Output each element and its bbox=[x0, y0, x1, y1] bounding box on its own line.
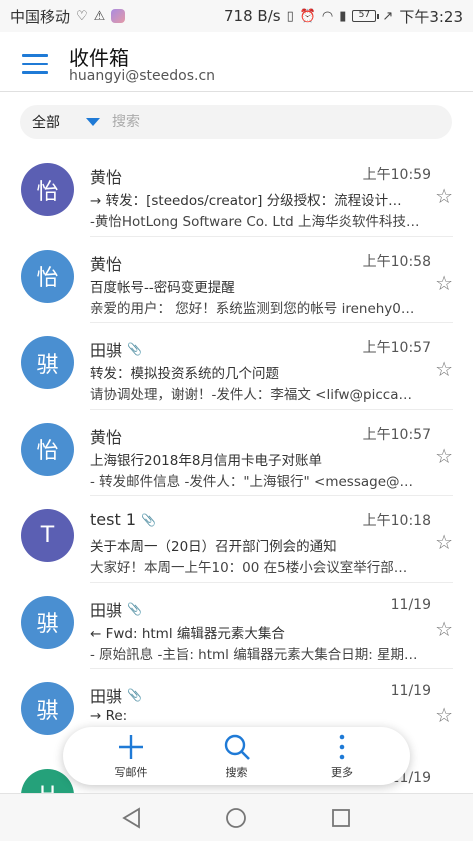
sender-name: 黄怡 bbox=[90, 254, 123, 274]
mail-time: 上午10:57 bbox=[362, 340, 431, 356]
star-icon[interactable]: ☆ bbox=[435, 444, 453, 468]
attachment-icon: 📎 bbox=[127, 342, 142, 356]
status-bar: 中国移动 ♡ ⚠ 718 B/s ▯ ⏰ ◠ ▮ 57 ↗ 下午3:23 bbox=[0, 0, 473, 32]
mail-time: 上午10:57 bbox=[362, 426, 431, 443]
attachment-icon: 📎 bbox=[127, 688, 142, 702]
plus-icon bbox=[119, 735, 143, 759]
star-icon[interactable]: ☆ bbox=[435, 530, 453, 554]
recents-button[interactable] bbox=[321, 798, 361, 838]
mail-item[interactable]: 怡 黄怡 上午10:59 → 转发：[steedos/creator] 分级授权… bbox=[0, 150, 473, 237]
back-triangle-icon bbox=[122, 806, 141, 829]
sender-name: 田骐 📎 bbox=[90, 687, 142, 706]
mail-item[interactable]: 怡 黄怡 上午10:58 百度帐号--密码变更提醒 亲爱的用户： 您好！系统监测… bbox=[0, 237, 473, 323]
signal-icon: ▮ bbox=[339, 8, 347, 24]
more-button[interactable]: 更多 bbox=[310, 727, 374, 785]
mail-preview: - 原始訊息 -主旨: html 编辑器元素大集合日期: 星期… bbox=[90, 646, 418, 663]
alarm-icon: ⏰ bbox=[299, 8, 316, 24]
mail-time: 上午10:58 bbox=[362, 253, 431, 270]
mail-subject: 上海银行2018年8月信用卡电子对账单 bbox=[90, 452, 322, 469]
avatar: 骐 bbox=[21, 682, 74, 735]
sender-name: 黄怡 bbox=[90, 168, 123, 187]
mail-subject: → Re: bbox=[90, 708, 128, 724]
mail-item[interactable]: 骐 田骐 📎 上午10:57 转发：模拟投资系统的几个问题 请协调处理，谢谢！-发… bbox=[0, 323, 473, 410]
mail-subject: → 转发：[steedos/creator] 分级授权：流程设计… bbox=[90, 193, 402, 209]
avatar: 怡 bbox=[21, 249, 74, 303]
mail-preview: 请协调处理，谢谢！-发件人：李福文 <lifw@picca… bbox=[90, 387, 412, 403]
sender-name: 田骐 📎 bbox=[90, 600, 142, 620]
system-nav-bar bbox=[0, 793, 473, 841]
mail-item[interactable]: T test 1 📎 上午10:18 关于本周一（20日）召开部门例会的通知 大家… bbox=[0, 496, 473, 583]
star-icon[interactable]: ☆ bbox=[435, 703, 453, 727]
folder-filter-dropdown[interactable]: 全部 bbox=[20, 112, 112, 132]
star-icon[interactable]: ☆ bbox=[435, 617, 453, 641]
mail-subject: ← Fwd: html 编辑器元素大集合 bbox=[90, 625, 285, 642]
clock: 下午3:23 bbox=[399, 7, 463, 26]
star-icon[interactable]: ☆ bbox=[435, 271, 453, 295]
mail-preview: -黄怡HotLong Software Co. Ltd 上海华炎软件科技… bbox=[90, 214, 420, 230]
network-speed: 718 B/s bbox=[224, 7, 281, 25]
mail-time: 上午10:59 bbox=[362, 167, 431, 183]
mail-preview: 亲爱的用户： 您好！系统监测到您的帐号 irenehy0… bbox=[90, 300, 415, 317]
app-notification-icon bbox=[111, 9, 126, 23]
warning-icon: ⚠ bbox=[93, 8, 106, 24]
carrier-label: 中国移动 bbox=[10, 7, 71, 26]
avatar: 怡 bbox=[21, 422, 74, 476]
star-icon[interactable]: ☆ bbox=[435, 357, 453, 381]
wifi-icon: ◠ bbox=[321, 8, 334, 24]
action-bar: 写邮件 搜索 更多 bbox=[63, 727, 410, 785]
mail-subject: 百度帐号--密码变更提醒 bbox=[90, 279, 235, 296]
back-button[interactable] bbox=[112, 798, 152, 838]
home-circle-icon bbox=[226, 807, 247, 828]
mail-item[interactable]: 骐 田骐 📎 11/19 ← Fwd: html 编辑器元素大集合 - 原始訊息 … bbox=[0, 583, 473, 669]
home-button[interactable] bbox=[216, 798, 256, 838]
sender-name: 田骐 📎 bbox=[90, 341, 142, 360]
search-label: 搜索 bbox=[225, 766, 248, 779]
filter-label: 全部 bbox=[32, 115, 60, 131]
compose-label: 写邮件 bbox=[114, 766, 148, 779]
star-icon[interactable]: ☆ bbox=[435, 184, 453, 208]
recents-square-icon bbox=[331, 808, 350, 827]
mail-item[interactable]: 怡 黄怡 上午10:57 上海银行2018年8月信用卡电子对账单 - 转发邮件信… bbox=[0, 410, 473, 496]
search-button[interactable]: 搜索 bbox=[205, 727, 269, 785]
more-label: 更多 bbox=[331, 766, 353, 779]
battery-icon: 57 bbox=[352, 10, 380, 22]
health-icon: ♡ bbox=[76, 8, 88, 24]
mail-time: 上午10:18 bbox=[362, 513, 431, 529]
account-email: huangyi@steedos.cn bbox=[69, 68, 216, 84]
vibrate-icon: ▯ bbox=[286, 8, 294, 24]
attachment-icon: 📎 bbox=[127, 601, 142, 616]
search-bar: 全部 bbox=[20, 105, 452, 139]
mail-preview: - 转发邮件信息 -发件人："上海银行" <message@s… bbox=[90, 473, 420, 490]
avatar: 怡 bbox=[21, 163, 74, 216]
avatar: 骐 bbox=[21, 595, 74, 649]
menu-button[interactable] bbox=[22, 54, 48, 76]
mail-time: 11/19 bbox=[390, 596, 431, 613]
sender-name: 黄怡 bbox=[90, 427, 123, 447]
mail-subject: 关于本周一（20日）召开部门例会的通知 bbox=[90, 539, 337, 555]
caret-down-icon bbox=[86, 118, 100, 126]
mail-subject: 转发：模拟投资系统的几个问题 bbox=[90, 366, 279, 382]
search-icon bbox=[224, 734, 250, 760]
app-header: 收件箱 huangyi@steedos.cn bbox=[0, 32, 473, 92]
compose-button[interactable]: 写邮件 bbox=[99, 727, 163, 785]
page-title: 收件箱 bbox=[69, 46, 129, 70]
mail-preview: 大家好！本周一上午10：00 在5楼小会议室举行部… bbox=[90, 560, 408, 576]
charging-icon: ↗ bbox=[382, 8, 394, 24]
more-vertical-icon bbox=[339, 734, 345, 760]
search-input[interactable] bbox=[112, 114, 412, 130]
avatar: 骐 bbox=[21, 336, 74, 389]
mail-time: 11/19 bbox=[390, 683, 431, 699]
menu-icon bbox=[22, 54, 48, 57]
attachment-icon: 📎 bbox=[141, 512, 156, 527]
avatar: T bbox=[21, 509, 74, 562]
sender-name: test 1 📎 bbox=[90, 510, 156, 529]
